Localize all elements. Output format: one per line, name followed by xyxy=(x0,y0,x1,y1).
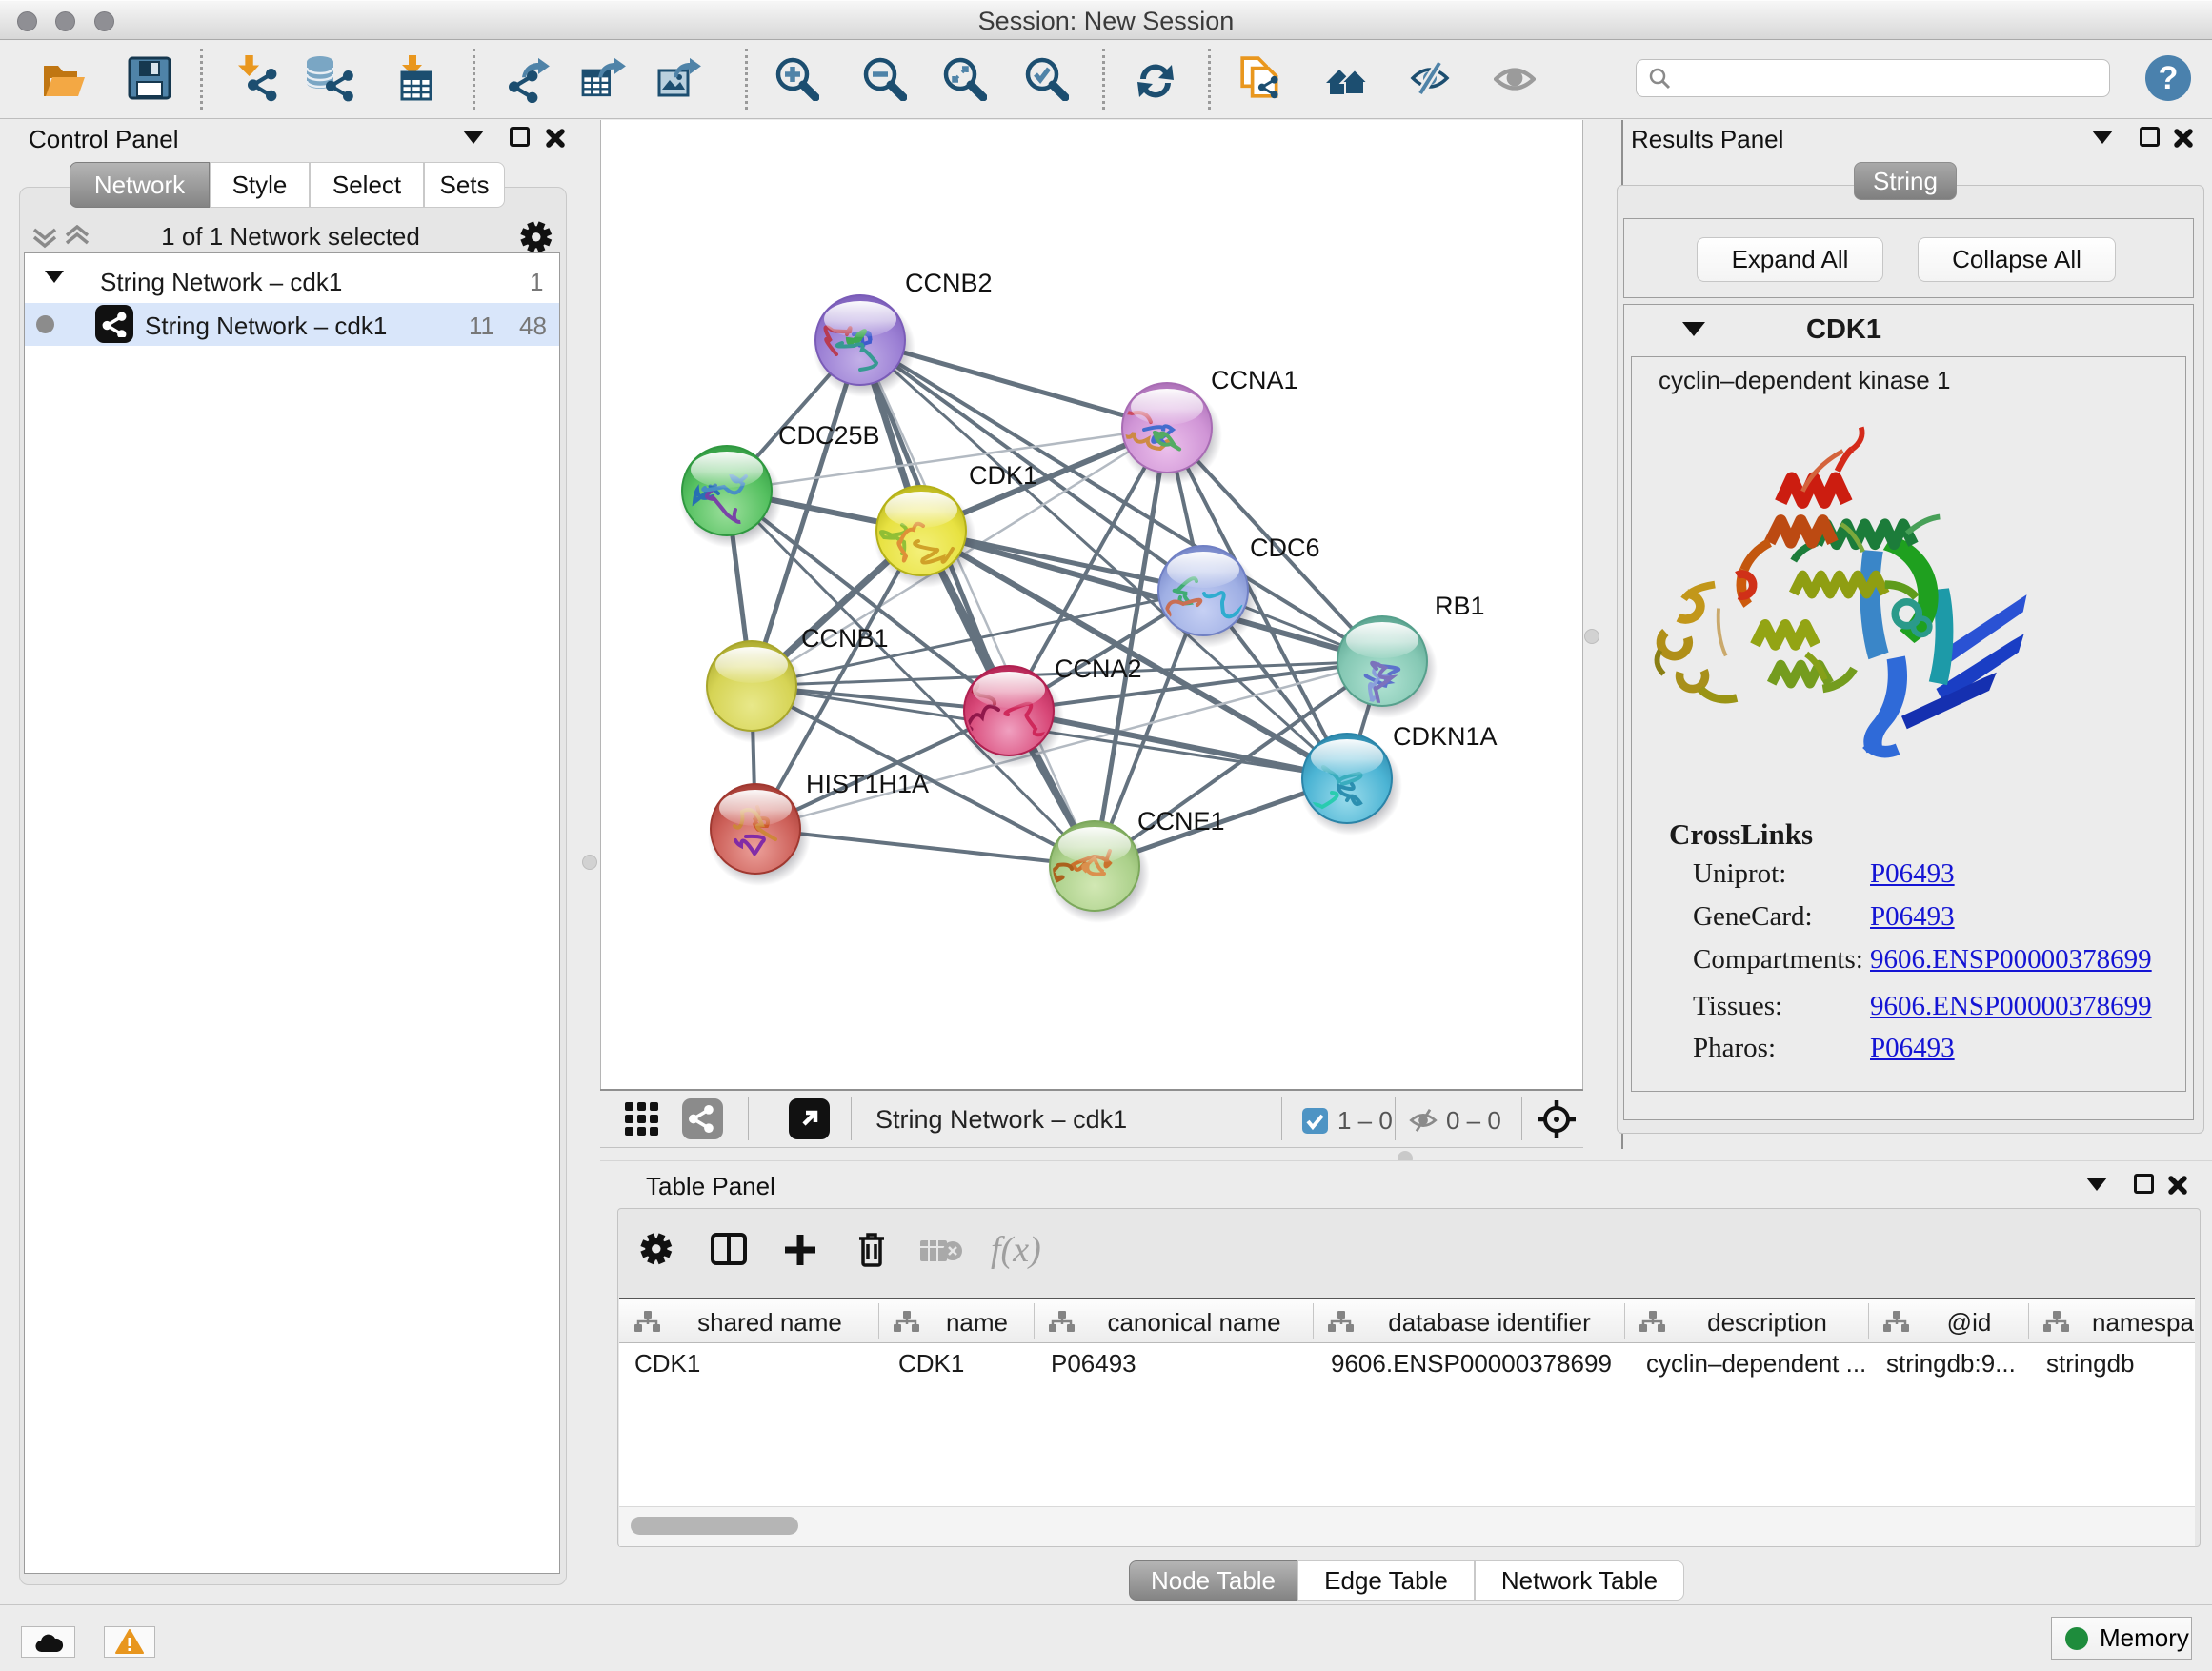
svg-text:CDKN1A: CDKN1A xyxy=(1393,722,1498,751)
svg-text:CCNB1: CCNB1 xyxy=(801,624,889,653)
svg-text:CCNB2: CCNB2 xyxy=(905,269,993,297)
svg-text:CCNA2: CCNA2 xyxy=(1055,654,1142,683)
svg-text:HIST1H1A: HIST1H1A xyxy=(806,770,929,798)
svg-text:CDC25B: CDC25B xyxy=(778,421,880,450)
svg-text:CDK1: CDK1 xyxy=(969,461,1037,490)
svg-text:CDC6: CDC6 xyxy=(1250,534,1320,562)
svg-text:CCNE1: CCNE1 xyxy=(1137,807,1225,836)
svg-text:RB1: RB1 xyxy=(1435,592,1485,620)
svg-text:CCNA1: CCNA1 xyxy=(1211,366,1298,394)
